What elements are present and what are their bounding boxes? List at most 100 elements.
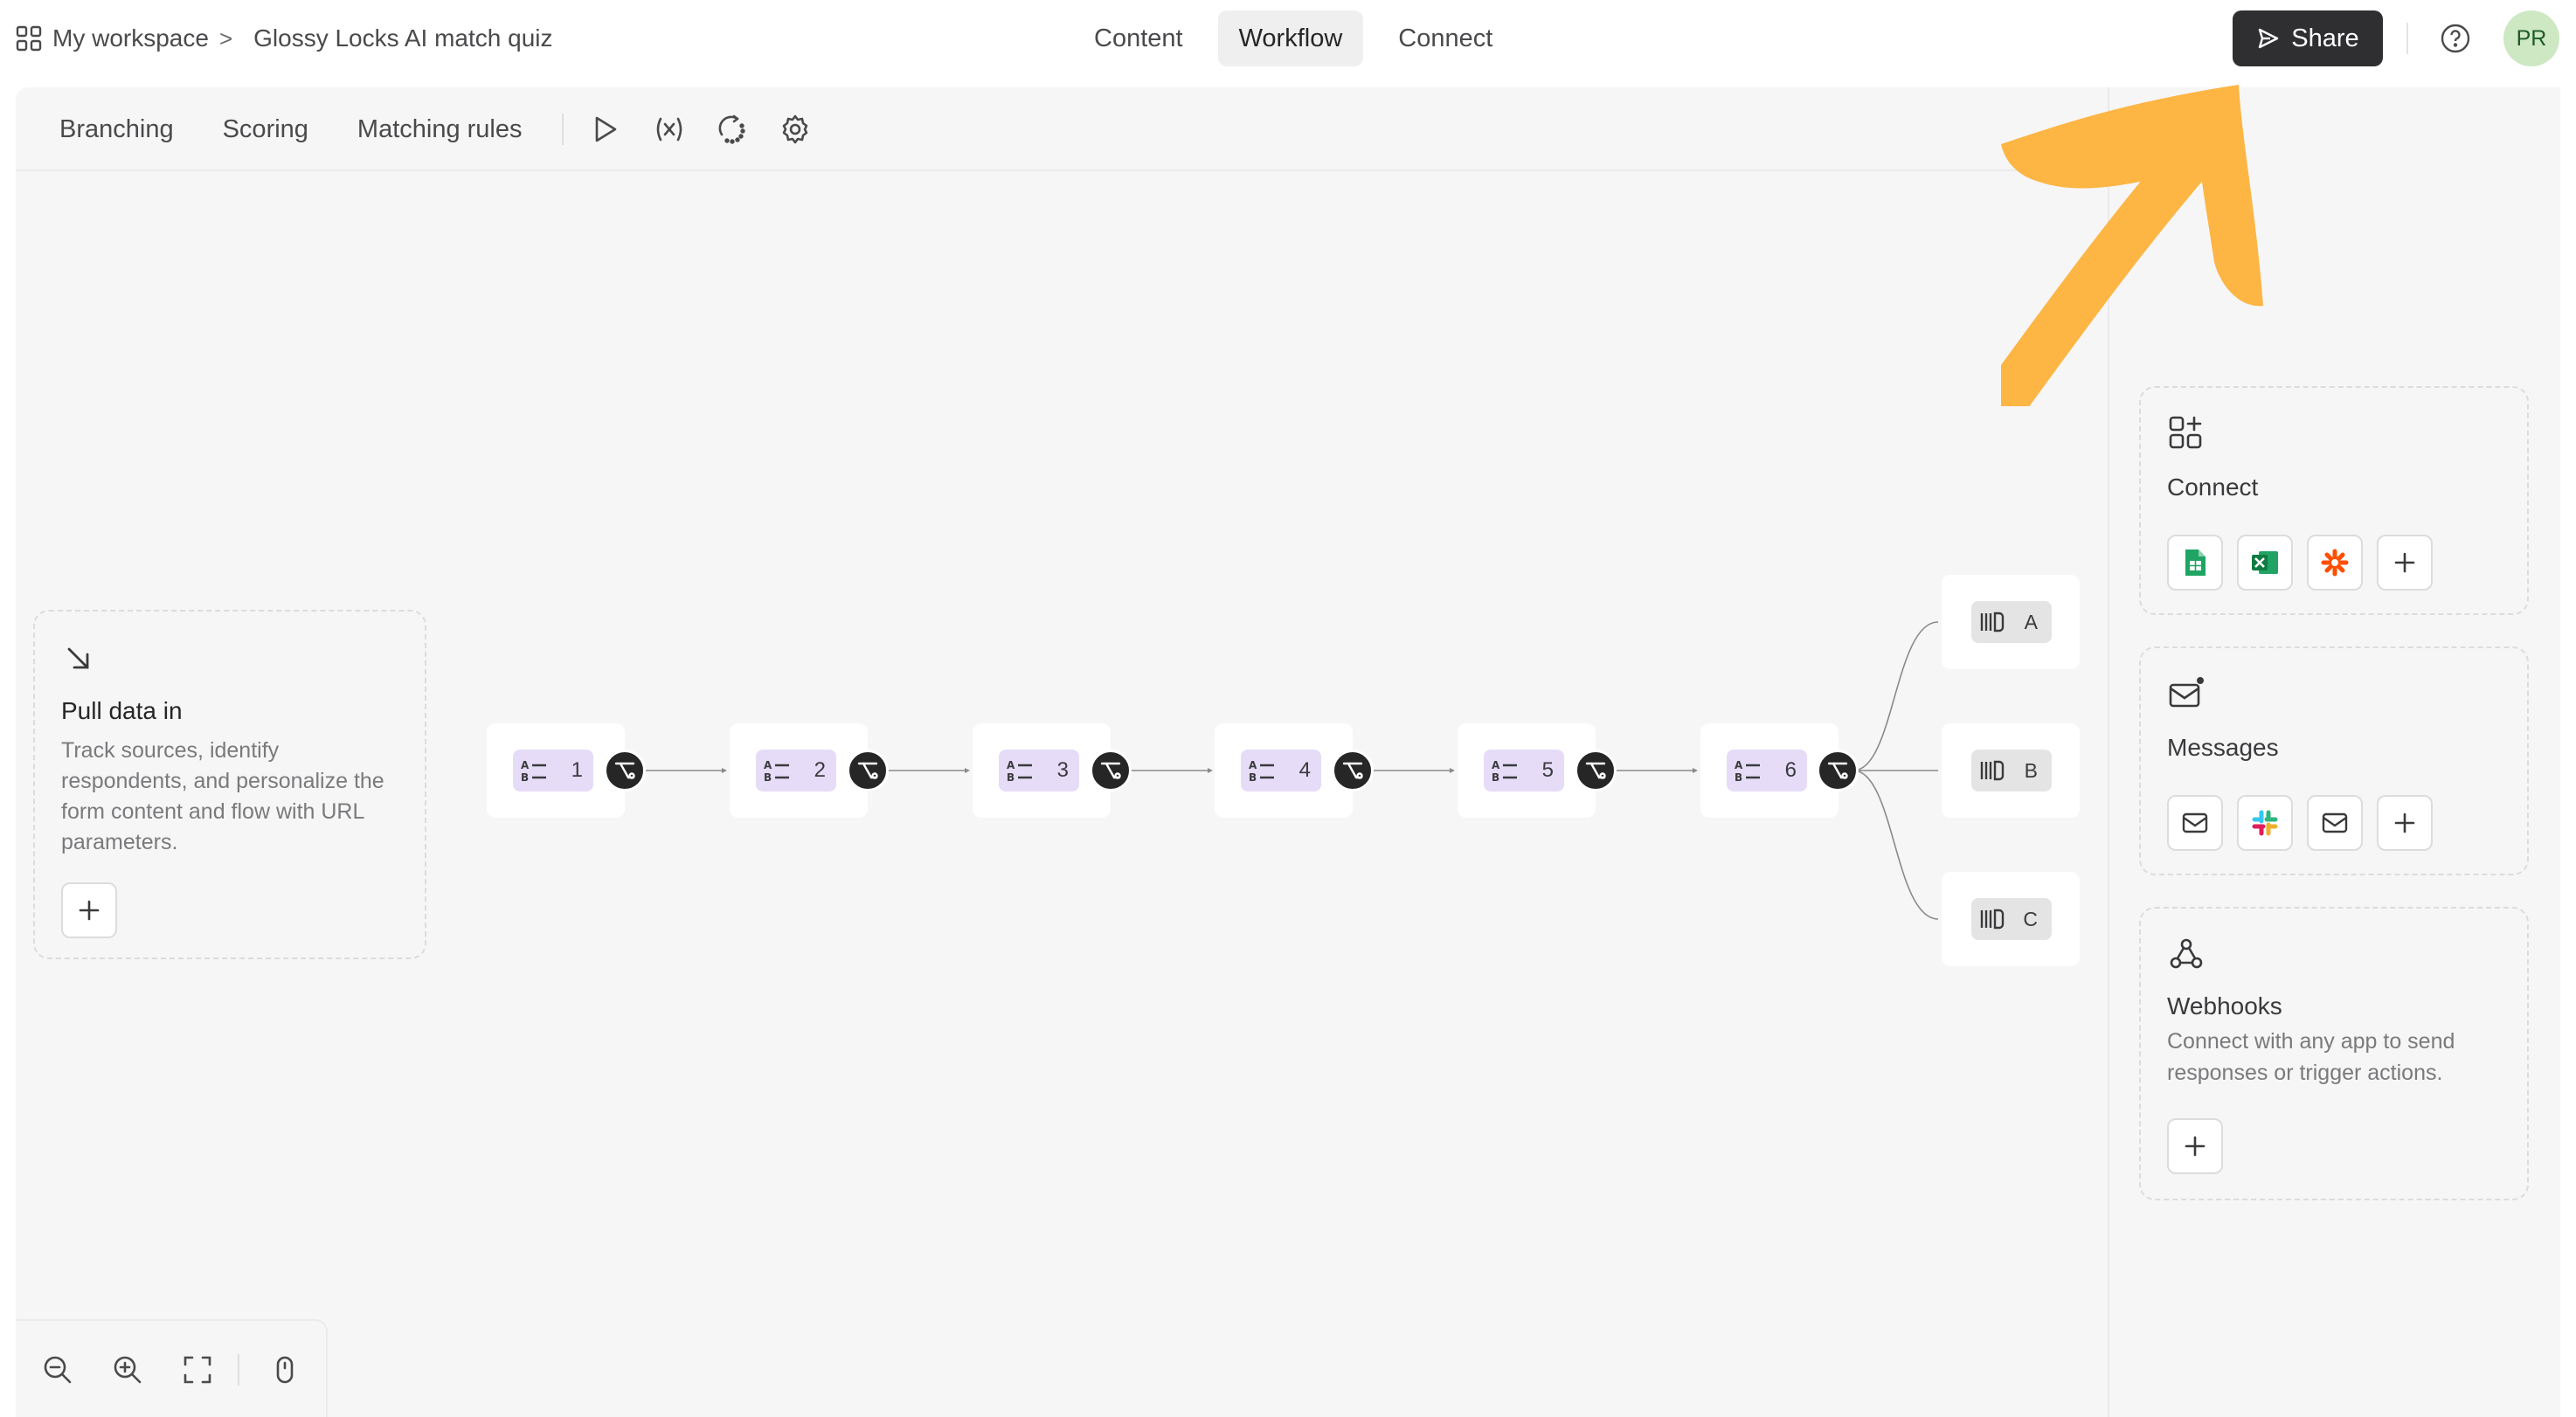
multiple-choice-icon: A B: [1735, 759, 1760, 783]
branch-logic-button[interactable]: [847, 750, 889, 791]
breadcrumb-workspace[interactable]: My workspace: [52, 24, 209, 52]
divider: [238, 1354, 239, 1386]
breadcrumb-separator: >: [218, 24, 233, 52]
help-icon[interactable]: [2440, 23, 2471, 54]
messages-card: Messages: [2139, 646, 2529, 875]
add-message-button[interactable]: [2377, 795, 2433, 851]
ending-node[interactable]: C: [1942, 872, 2080, 966]
multiple-choice-icon: A B: [1007, 759, 1032, 783]
send-icon: [2256, 26, 2281, 51]
share-button[interactable]: Share: [2233, 10, 2383, 66]
mail-notification-icon: [2167, 674, 2206, 713]
webhooks-title: Webhooks: [2167, 992, 2282, 1020]
multiple-choice-icon: A B: [764, 759, 789, 783]
breadcrumb: My workspace > Glossy Locks AI match qui…: [16, 21, 552, 56]
ending-label: C: [2023, 908, 2038, 930]
question-number: 2: [814, 758, 826, 782]
branch-logic-button[interactable]: [1332, 750, 1374, 791]
ending-label: B: [2024, 759, 2038, 782]
messages-title: Messages: [2167, 734, 2279, 761]
slack-button[interactable]: [2237, 795, 2293, 851]
svg-text:B: B: [1007, 771, 1014, 783]
workflow-canvas[interactable]: Branching Scoring Matching rules Pull da…: [16, 87, 2108, 1417]
apps-add-icon: [2167, 414, 2206, 453]
ending-icon: [1980, 612, 2005, 632]
email-icon: [2322, 812, 2348, 833]
svg-text:B: B: [764, 771, 772, 783]
webhook-icon: [2167, 935, 2206, 973]
share-label: Share: [2291, 24, 2359, 52]
top-bar: My workspace > Glossy Locks AI match qui…: [0, 0, 2576, 79]
ending-pill: C: [1971, 898, 2052, 940]
tab-content[interactable]: Content: [1073, 10, 1204, 66]
question-pill: A B 4: [1241, 750, 1321, 791]
tab-connect[interactable]: Connect: [1377, 10, 1513, 66]
divider: [2406, 23, 2408, 54]
svg-text:A: A: [521, 759, 530, 771]
google-sheets-button[interactable]: [2167, 535, 2223, 591]
question-pill: A B 5: [1484, 750, 1564, 791]
branch-icon: [1100, 762, 1121, 779]
branch-logic-button[interactable]: [604, 750, 646, 791]
excel-button[interactable]: [2237, 535, 2293, 591]
svg-text:B: B: [1249, 771, 1257, 783]
email-button[interactable]: [2307, 795, 2363, 851]
webhooks-card: Webhooks Connect with any app to send re…: [2139, 907, 2529, 1200]
tab-workflow[interactable]: Workflow: [1217, 10, 1364, 66]
question-number: 3: [1056, 758, 1069, 782]
multiple-choice-icon: A B: [1249, 759, 1274, 783]
zapier-icon: [2321, 549, 2349, 577]
multiple-choice-icon: A B: [1492, 759, 1517, 783]
question-pill: A B 1: [513, 750, 593, 791]
svg-text:A: A: [1492, 759, 1500, 771]
branch-icon: [1585, 762, 1606, 779]
connect-card: Connect: [2139, 386, 2529, 615]
webhooks-description: Connect with any app to send responses o…: [2167, 1029, 2455, 1085]
top-nav: Content Workflow Connect: [1073, 10, 1513, 66]
svg-text:A: A: [764, 759, 772, 771]
ending-label: A: [2024, 611, 2038, 633]
slack-icon: [2252, 810, 2278, 836]
ending-pill: B: [1971, 750, 2052, 791]
ending-pill: A: [1971, 601, 2052, 643]
question-pill: A B 2: [756, 750, 836, 791]
mouse-mode-icon[interactable]: [269, 1354, 301, 1386]
avatar[interactable]: PR: [2503, 10, 2559, 66]
apps-grid-icon[interactable]: [16, 25, 42, 52]
breadcrumb-form-title[interactable]: Glossy Locks AI match quiz: [253, 24, 552, 52]
email-button[interactable]: [2167, 795, 2223, 851]
google-sheets-icon: [2185, 550, 2206, 576]
svg-text:A: A: [1249, 759, 1257, 771]
question-pill: A B 6: [1727, 750, 1807, 791]
add-integration-button[interactable]: [2377, 535, 2433, 591]
email-icon: [2182, 812, 2208, 833]
branch-icon: [614, 762, 635, 779]
connect-title: Connect: [2167, 473, 2259, 501]
zoom-out-icon[interactable]: [42, 1354, 73, 1386]
question-pill: A B 3: [999, 750, 1079, 791]
branch-logic-button[interactable]: [1575, 750, 1617, 791]
svg-text:A: A: [1735, 759, 1743, 771]
zoom-controls: [16, 1319, 328, 1417]
branch-logic-button[interactable]: [1090, 750, 1132, 791]
ending-node[interactable]: B: [1942, 723, 2080, 818]
ending-node[interactable]: A: [1942, 575, 2080, 669]
svg-text:B: B: [521, 771, 529, 783]
ending-icon: [1980, 909, 2005, 930]
zoom-in-icon[interactable]: [112, 1354, 143, 1386]
branch-icon: [1827, 762, 1848, 779]
svg-text:A: A: [1007, 759, 1015, 771]
fit-view-icon[interactable]: [182, 1354, 213, 1386]
ending-icon: [1980, 760, 2005, 781]
multiple-choice-icon: A B: [521, 759, 546, 783]
svg-text:B: B: [1735, 771, 1742, 783]
question-number: 6: [1784, 758, 1797, 782]
add-webhook-button[interactable]: [2167, 1118, 2223, 1174]
branch-logic-button[interactable]: [1817, 750, 1859, 791]
annotation-arrow-icon: [2001, 83, 2281, 406]
question-number: 4: [1298, 758, 1311, 782]
zapier-button[interactable]: [2307, 535, 2363, 591]
question-number: 5: [1541, 758, 1554, 782]
excel-icon: [2252, 551, 2278, 574]
branch-icon: [1342, 762, 1363, 779]
